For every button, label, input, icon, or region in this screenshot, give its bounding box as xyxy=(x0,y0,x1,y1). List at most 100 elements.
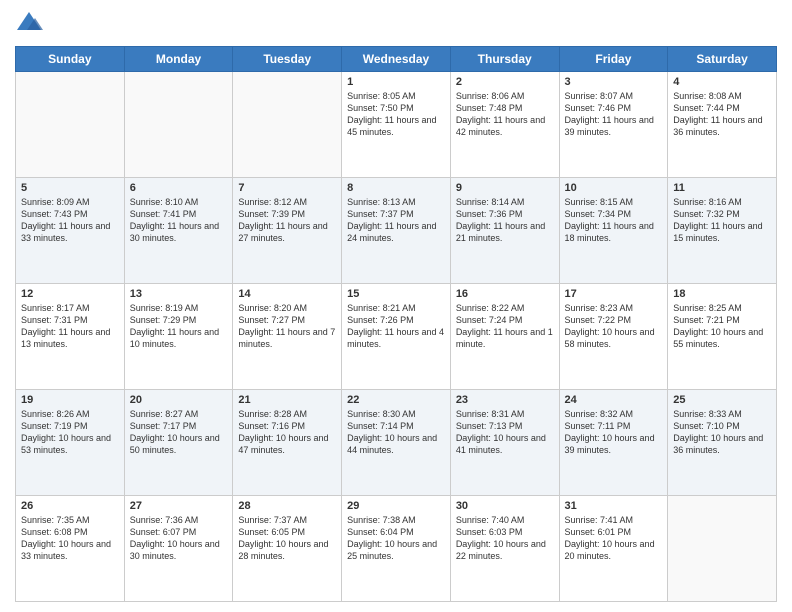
week-row-0: 1 Sunrise: 8:05 AM Sunset: 7:50 PM Daylig… xyxy=(16,72,777,178)
day-number: 29 xyxy=(347,500,445,512)
cell-text: Sunrise: 8:32 AM Sunset: 7:11 PM Dayligh… xyxy=(565,408,663,457)
day-number: 31 xyxy=(565,500,663,512)
day-number: 28 xyxy=(238,500,336,512)
logo xyxy=(15,10,47,38)
calendar-cell xyxy=(16,72,125,178)
week-row-4: 26 Sunrise: 7:35 AM Sunset: 6:08 PM Dayli… xyxy=(16,496,777,602)
day-number: 2 xyxy=(456,76,554,88)
day-number: 4 xyxy=(673,76,771,88)
calendar-cell: 6 Sunrise: 8:10 AM Sunset: 7:41 PM Daylig… xyxy=(124,178,233,284)
calendar-cell: 22 Sunrise: 8:30 AM Sunset: 7:14 PM Dayli… xyxy=(342,390,451,496)
calendar-cell: 26 Sunrise: 7:35 AM Sunset: 6:08 PM Dayli… xyxy=(16,496,125,602)
day-number: 19 xyxy=(21,394,119,406)
cell-text: Sunrise: 7:37 AM Sunset: 6:05 PM Dayligh… xyxy=(238,514,336,563)
day-number: 26 xyxy=(21,500,119,512)
cell-text: Sunrise: 8:05 AM Sunset: 7:50 PM Dayligh… xyxy=(347,90,445,139)
cell-text: Sunrise: 8:22 AM Sunset: 7:24 PM Dayligh… xyxy=(456,302,554,351)
cell-text: Sunrise: 8:33 AM Sunset: 7:10 PM Dayligh… xyxy=(673,408,771,457)
calendar-cell: 9Sunrise: 8:14 AM Sunset: 7:36 PM Daylig… xyxy=(450,178,559,284)
day-header-tuesday: Tuesday xyxy=(233,47,342,72)
cell-text: Sunrise: 8:10 AM Sunset: 7:41 PM Dayligh… xyxy=(130,196,228,245)
calendar-cell: 2 Sunrise: 8:06 AM Sunset: 7:48 PM Daylig… xyxy=(450,72,559,178)
day-header-sunday: Sunday xyxy=(16,47,125,72)
calendar-cell: 23 Sunrise: 8:31 AM Sunset: 7:13 PM Dayli… xyxy=(450,390,559,496)
header xyxy=(15,10,777,38)
cell-text: Sunrise: 8:07 AM Sunset: 7:46 PM Dayligh… xyxy=(565,90,663,139)
calendar-cell: 10Sunrise: 8:15 AM Sunset: 7:34 PM Dayli… xyxy=(559,178,668,284)
day-number: 30 xyxy=(456,500,554,512)
cell-text: Sunrise: 8:28 AM Sunset: 7:16 PM Dayligh… xyxy=(238,408,336,457)
day-number: 25 xyxy=(673,394,771,406)
day-number: 14 xyxy=(238,288,336,300)
cell-text: Sunrise: 8:20 AM Sunset: 7:27 PM Dayligh… xyxy=(238,302,336,351)
calendar-cell: 31 Sunrise: 7:41 AM Sunset: 6:01 PM Dayli… xyxy=(559,496,668,602)
day-number: 22 xyxy=(347,394,445,406)
calendar-cell: 14 Sunrise: 8:20 AM Sunset: 7:27 PM Dayli… xyxy=(233,284,342,390)
day-header-wednesday: Wednesday xyxy=(342,47,451,72)
cell-text: Sunrise: 8:16 AM Sunset: 7:32 PM Dayligh… xyxy=(673,196,771,245)
cell-text: Sunrise: 8:19 AM Sunset: 7:29 PM Dayligh… xyxy=(130,302,228,351)
calendar-cell: 21 Sunrise: 8:28 AM Sunset: 7:16 PM Dayli… xyxy=(233,390,342,496)
calendar-cell: 4 Sunrise: 8:08 AM Sunset: 7:44 PM Daylig… xyxy=(668,72,777,178)
cell-text: Sunrise: 7:41 AM Sunset: 6:01 PM Dayligh… xyxy=(565,514,663,563)
cell-text: Sunrise: 7:35 AM Sunset: 6:08 PM Dayligh… xyxy=(21,514,119,563)
cell-text: Sunrise: 8:23 AM Sunset: 7:22 PM Dayligh… xyxy=(565,302,663,351)
day-number: 27 xyxy=(130,500,228,512)
calendar-cell xyxy=(668,496,777,602)
calendar-cell: 1 Sunrise: 8:05 AM Sunset: 7:50 PM Daylig… xyxy=(342,72,451,178)
day-number: 6 xyxy=(130,182,228,194)
day-number: 21 xyxy=(238,394,336,406)
calendar-cell: 27 Sunrise: 7:36 AM Sunset: 6:07 PM Dayli… xyxy=(124,496,233,602)
calendar-cell: 29 Sunrise: 7:38 AM Sunset: 6:04 PM Dayli… xyxy=(342,496,451,602)
day-number: 7 xyxy=(238,182,336,194)
calendar-cell xyxy=(233,72,342,178)
day-number: 20 xyxy=(130,394,228,406)
cell-text: Sunrise: 8:17 AM Sunset: 7:31 PM Dayligh… xyxy=(21,302,119,351)
calendar-cell: 3 Sunrise: 8:07 AM Sunset: 7:46 PM Daylig… xyxy=(559,72,668,178)
cell-text: Sunrise: 8:09 AM Sunset: 7:43 PM Dayligh… xyxy=(21,196,119,245)
calendar-cell: 30 Sunrise: 7:40 AM Sunset: 6:03 PM Dayli… xyxy=(450,496,559,602)
calendar-table: SundayMondayTuesdayWednesdayThursdayFrid… xyxy=(15,46,777,602)
day-header-friday: Friday xyxy=(559,47,668,72)
calendar-header-row: SundayMondayTuesdayWednesdayThursdayFrid… xyxy=(16,47,777,72)
cell-text: Sunrise: 8:12 AM Sunset: 7:39 PM Dayligh… xyxy=(238,196,336,245)
calendar-cell: 18Sunrise: 8:25 AM Sunset: 7:21 PM Dayli… xyxy=(668,284,777,390)
cell-text: Sunrise: 8:27 AM Sunset: 7:17 PM Dayligh… xyxy=(130,408,228,457)
day-number: 3 xyxy=(565,76,663,88)
day-number: 16 xyxy=(456,288,554,300)
day-number: 1 xyxy=(347,76,445,88)
calendar-cell: 7 Sunrise: 8:12 AM Sunset: 7:39 PM Daylig… xyxy=(233,178,342,284)
cell-text: Sunrise: 8:26 AM Sunset: 7:19 PM Dayligh… xyxy=(21,408,119,457)
day-number: 9 xyxy=(456,182,554,194)
day-number: 23 xyxy=(456,394,554,406)
day-number: 13 xyxy=(130,288,228,300)
day-number: 11 xyxy=(673,182,771,194)
calendar-cell: 8Sunrise: 8:13 AM Sunset: 7:37 PM Daylig… xyxy=(342,178,451,284)
day-number: 24 xyxy=(565,394,663,406)
cell-text: Sunrise: 7:36 AM Sunset: 6:07 PM Dayligh… xyxy=(130,514,228,563)
day-number: 5 xyxy=(21,182,119,194)
page: SundayMondayTuesdayWednesdayThursdayFrid… xyxy=(0,0,792,612)
cell-text: Sunrise: 8:21 AM Sunset: 7:26 PM Dayligh… xyxy=(347,302,445,351)
calendar-cell: 20 Sunrise: 8:27 AM Sunset: 7:17 PM Dayli… xyxy=(124,390,233,496)
logo-icon xyxy=(15,10,43,38)
day-header-saturday: Saturday xyxy=(668,47,777,72)
day-number: 10 xyxy=(565,182,663,194)
cell-text: Sunrise: 8:25 AM Sunset: 7:21 PM Dayligh… xyxy=(673,302,771,351)
week-row-3: 19 Sunrise: 8:26 AM Sunset: 7:19 PM Dayli… xyxy=(16,390,777,496)
week-row-1: 5 Sunrise: 8:09 AM Sunset: 7:43 PM Daylig… xyxy=(16,178,777,284)
cell-text: Sunrise: 8:31 AM Sunset: 7:13 PM Dayligh… xyxy=(456,408,554,457)
day-number: 12 xyxy=(21,288,119,300)
cell-text: Sunrise: 8:13 AM Sunset: 7:37 PM Dayligh… xyxy=(347,196,445,245)
calendar-cell: 19 Sunrise: 8:26 AM Sunset: 7:19 PM Dayli… xyxy=(16,390,125,496)
cell-text: Sunrise: 7:40 AM Sunset: 6:03 PM Dayligh… xyxy=(456,514,554,563)
cell-text: Sunrise: 8:30 AM Sunset: 7:14 PM Dayligh… xyxy=(347,408,445,457)
calendar-cell xyxy=(124,72,233,178)
cell-text: Sunrise: 7:38 AM Sunset: 6:04 PM Dayligh… xyxy=(347,514,445,563)
day-header-thursday: Thursday xyxy=(450,47,559,72)
calendar-cell: 28 Sunrise: 7:37 AM Sunset: 6:05 PM Dayli… xyxy=(233,496,342,602)
day-header-monday: Monday xyxy=(124,47,233,72)
calendar-cell: 17Sunrise: 8:23 AM Sunset: 7:22 PM Dayli… xyxy=(559,284,668,390)
cell-text: Sunrise: 8:06 AM Sunset: 7:48 PM Dayligh… xyxy=(456,90,554,139)
cell-text: Sunrise: 8:08 AM Sunset: 7:44 PM Dayligh… xyxy=(673,90,771,139)
